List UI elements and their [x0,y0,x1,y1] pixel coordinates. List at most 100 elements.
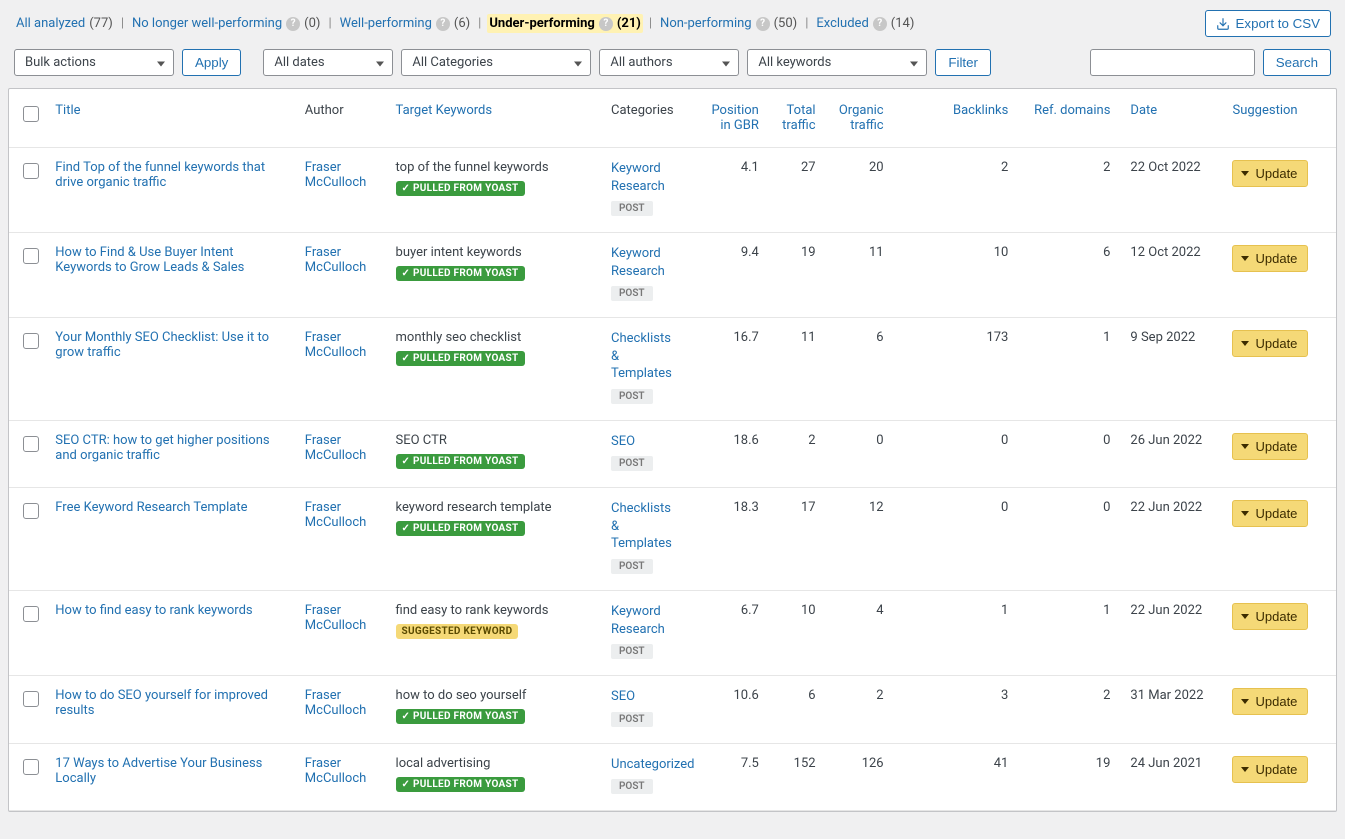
row-checkbox[interactable] [23,436,39,452]
col-header-organic-traffic[interactable]: Organictraffic [836,103,884,133]
row-checkbox[interactable] [23,163,39,179]
update-button[interactable]: Update [1232,245,1308,272]
position-value: 16.7 [692,318,769,421]
post-title-link[interactable]: How to Find & Use Buyer Intent Keywords … [55,245,244,275]
author-link[interactable]: Fraser McCulloch [305,160,366,190]
chevron-down-icon [722,55,730,70]
post-title-link[interactable]: Free Keyword Research Template [55,500,247,515]
bulk-actions-select[interactable]: Bulk actions [14,49,174,76]
post-title-link[interactable]: How to find easy to rank keywords [55,603,252,618]
author-link[interactable]: Fraser McCulloch [305,603,366,633]
help-icon[interactable]: ? [873,17,887,31]
update-button[interactable]: Update [1232,330,1308,357]
suggested-keyword-badge: SUGGESTED KEYWORD [396,624,519,639]
update-button[interactable]: Update [1232,433,1308,460]
update-button[interactable]: Update [1232,160,1308,187]
position-value: 10.6 [692,676,769,744]
chevron-down-icon [1241,767,1249,772]
post-title-link[interactable]: Your Monthly SEO Checklist: Use it to gr… [55,330,269,360]
post-type-badge: POST [611,559,653,574]
search-button[interactable]: Search [1263,49,1331,76]
author-link[interactable]: Fraser McCulloch [305,245,366,275]
update-button[interactable]: Update [1232,603,1308,630]
row-checkbox[interactable] [23,759,39,775]
author-link[interactable]: Fraser McCulloch [305,500,366,530]
category-link[interactable]: Keyword Research [611,161,665,194]
col-header-date[interactable]: Date [1130,103,1157,118]
author-link[interactable]: Fraser McCulloch [305,756,366,786]
apply-button[interactable]: Apply [182,49,241,76]
authors-select[interactable]: All authors [599,49,739,76]
select-all-checkbox[interactable] [23,106,39,122]
organic-traffic-value: 4 [826,591,894,676]
row-checkbox[interactable] [23,248,39,264]
status-filter-link[interactable]: No longer well-performing [132,16,282,31]
help-icon[interactable]: ? [599,17,613,31]
keywords-select[interactable]: All keywords [747,49,927,76]
status-filter-link[interactable]: Under-performing [489,16,594,31]
backlinks-value: 10 [894,233,1019,318]
row-checkbox[interactable] [23,333,39,349]
post-title-link[interactable]: SEO CTR: how to get higher positions and… [55,433,269,463]
col-header-total-traffic[interactable]: Totaltraffic [779,103,816,133]
position-value: 18.3 [692,488,769,591]
yoast-badge: ✓ PULLED FROM YOAST [396,777,525,792]
category-link[interactable]: Checklists & Templates [611,331,672,381]
filter-button[interactable]: Filter [935,49,991,76]
status-filter-under[interactable]: Under-performing ? (21) [487,14,643,33]
chevron-down-icon [910,55,918,70]
post-type-badge: POST [611,712,653,727]
category-link[interactable]: Uncategorized [611,757,694,772]
col-header-backlinks[interactable]: Backlinks [904,103,1009,118]
row-checkbox[interactable] [23,691,39,707]
update-button[interactable]: Update [1232,756,1308,783]
row-checkbox[interactable] [23,606,39,622]
date-value: 12 Oct 2022 [1120,233,1222,318]
status-filter-non[interactable]: Non-performing ? (50) [658,14,799,33]
category-link[interactable]: Checklists & Templates [611,501,672,551]
backlinks-value: 3 [894,676,1019,744]
yoast-badge: ✓ PULLED FROM YOAST [396,351,525,366]
download-icon [1216,17,1230,31]
help-icon[interactable]: ? [436,17,450,31]
update-button[interactable]: Update [1232,688,1308,715]
col-header-suggestion[interactable]: Suggestion [1232,103,1297,118]
status-filter-link[interactable]: Well-performing [340,16,432,31]
col-header-ref-domains[interactable]: Ref. domains [1028,103,1110,118]
position-value: 6.7 [692,591,769,676]
col-header-title[interactable]: Title [55,103,80,118]
author-link[interactable]: Fraser McCulloch [305,433,366,463]
category-link[interactable]: SEO [611,689,635,704]
author-link[interactable]: Fraser McCulloch [305,330,366,360]
category-link[interactable]: Keyword Research [611,604,665,637]
post-title-link[interactable]: How to do SEO yourself for improved resu… [55,688,268,718]
categories-select[interactable]: All Categories [401,49,591,76]
help-icon[interactable]: ? [286,17,300,31]
update-button[interactable]: Update [1232,500,1308,527]
status-filter-all[interactable]: All analyzed (77) [14,14,115,33]
post-title-link[interactable]: 17 Ways to Advertise Your Business Local… [55,756,262,786]
author-link[interactable]: Fraser McCulloch [305,688,366,718]
dates-select[interactable]: All dates [263,49,393,76]
search-input[interactable] [1090,49,1255,76]
table-row: How to Find & Use Buyer Intent Keywords … [9,233,1336,318]
total-traffic-value: 152 [769,743,826,811]
status-filter-nolonger[interactable]: No longer well-performing ? (0) [130,14,322,33]
col-header-target-keywords[interactable]: Target Keywords [396,103,493,118]
status-filter-excl[interactable]: Excluded ? (14) [814,14,916,33]
yoast-badge: ✓ PULLED FROM YOAST [396,521,525,536]
help-icon[interactable]: ? [756,17,770,31]
status-filter-link[interactable]: All analyzed [16,16,85,31]
export-to-csv-button[interactable]: Export to CSV [1205,10,1331,37]
post-title-link[interactable]: Find Top of the funnel keywords that dri… [55,160,265,190]
category-link[interactable]: Keyword Research [611,246,665,279]
col-header-position[interactable]: Positionin GBR [702,103,759,133]
row-checkbox[interactable] [23,503,39,519]
status-filter-link[interactable]: Non-performing [660,16,752,31]
update-label: Update [1255,694,1297,709]
status-filter-link[interactable]: Excluded [816,16,868,31]
target-keyword-text: find easy to rank keywords [396,603,591,618]
category-link[interactable]: SEO [611,434,635,449]
backlinks-value: 41 [894,743,1019,811]
status-filter-well[interactable]: Well-performing ? (6) [338,14,473,33]
